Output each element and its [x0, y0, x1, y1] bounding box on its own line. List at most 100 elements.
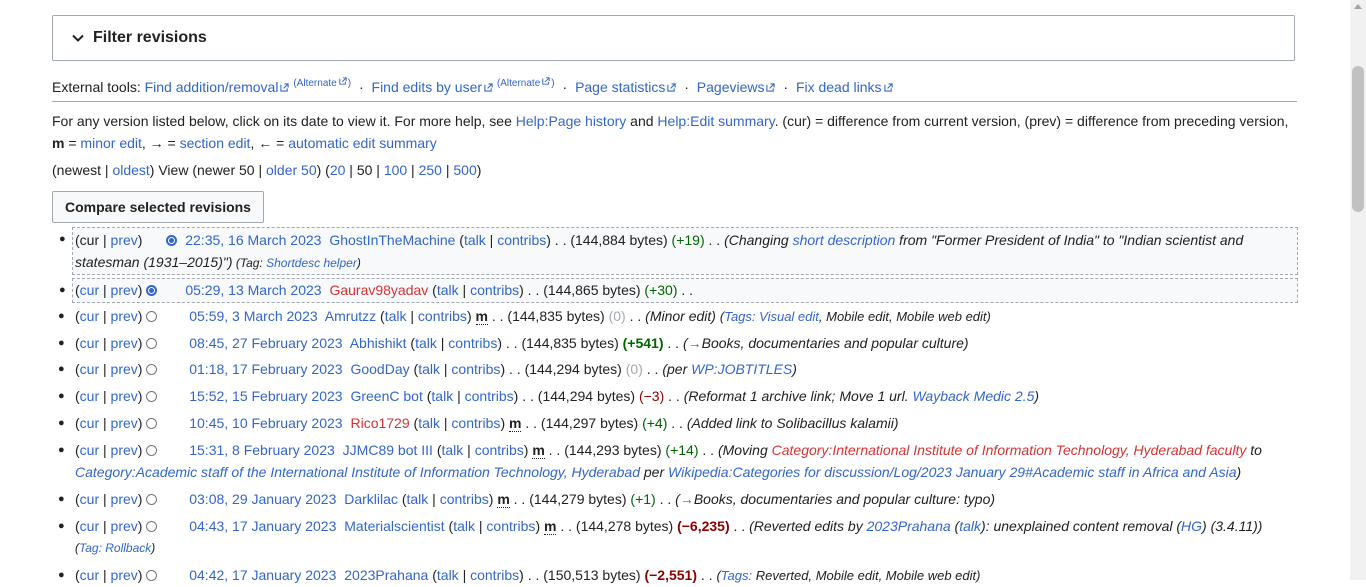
user-contribs-link[interactable]: contribs: [448, 335, 497, 351]
cur-link[interactable]: cur: [80, 518, 99, 534]
limit-100-link[interactable]: 100: [384, 162, 407, 178]
user-link[interactable]: Materialscientist: [344, 518, 444, 534]
tag-shortdesc-helper-link[interactable]: Shortdesc helper: [266, 256, 357, 270]
revision-radio[interactable]: [146, 311, 158, 322]
user-link[interactable]: GreenC bot: [350, 388, 422, 404]
help-edit-summary-link[interactable]: Help:Edit summary: [657, 113, 774, 129]
tags-link[interactable]: Tags:: [721, 568, 752, 583]
revision-date-link[interactable]: 15:31, 8 February 2023: [189, 442, 335, 458]
section-edit-link[interactable]: section edit: [180, 135, 251, 151]
cur-link[interactable]: cur: [80, 282, 99, 298]
find-addition-alternate-link[interactable]: (Alternate): [293, 77, 351, 89]
user-link[interactable]: Darklilac: [344, 491, 398, 507]
prev-link[interactable]: prev: [111, 388, 138, 404]
page-scrollbar[interactable]: [1350, 0, 1366, 580]
tag-link[interactable]: Tag:: [79, 541, 102, 555]
minor-edit-link[interactable]: minor edit: [80, 135, 141, 151]
cfd-log-link[interactable]: Wikipedia:Categories for discussion/Log/…: [668, 464, 1236, 480]
user-contribs-link[interactable]: contribs: [470, 567, 519, 583]
limit-500-link[interactable]: 500: [453, 162, 476, 178]
prev-link[interactable]: prev: [111, 415, 138, 431]
user-talk-link[interactable]: talk: [453, 518, 475, 534]
prev-link[interactable]: prev: [111, 335, 138, 351]
cur-link[interactable]: cur: [80, 442, 99, 458]
user-2023prahana-link[interactable]: 2023Prahana: [867, 518, 951, 534]
cur-link[interactable]: cur: [80, 388, 99, 404]
revision-date-link[interactable]: 08:45, 27 February 2023: [189, 335, 342, 351]
section-arrow-link[interactable]: →: [688, 335, 702, 351]
revision-radio[interactable]: [146, 364, 158, 375]
tag-rollback-link[interactable]: Rollback: [102, 541, 151, 555]
revision-date-link[interactable]: 04:42, 17 January 2023: [189, 567, 336, 583]
user-contribs-link[interactable]: contribs: [475, 442, 524, 458]
limit-250-link[interactable]: 250: [419, 162, 442, 178]
cur-link[interactable]: cur: [80, 567, 99, 583]
revision-radio[interactable]: [146, 570, 158, 581]
revision-date-link[interactable]: 03:08, 29 January 2023: [189, 491, 336, 507]
prev-link[interactable]: prev: [111, 491, 138, 507]
revision-radio[interactable]: [166, 235, 178, 246]
revision-radio[interactable]: [146, 338, 158, 349]
user-talk-link[interactable]: talk: [418, 361, 440, 377]
prev-link[interactable]: prev: [111, 361, 138, 377]
user-talk-link[interactable]: talk: [442, 442, 464, 458]
user-contribs-link[interactable]: contribs: [486, 518, 535, 534]
cur-link[interactable]: cur: [80, 308, 99, 324]
scrollbar-thumb[interactable]: [1352, 66, 1364, 212]
oldest-link[interactable]: oldest: [112, 162, 149, 178]
revision-radio[interactable]: [146, 521, 158, 532]
user-link[interactable]: Abhishikt: [350, 335, 407, 351]
user-talk-link[interactable]: talk: [431, 388, 453, 404]
tag-visual-edit-link[interactable]: Visual edit: [756, 309, 819, 324]
cur-link[interactable]: cur: [80, 491, 99, 507]
revision-radio[interactable]: [146, 285, 158, 296]
user-contribs-link[interactable]: contribs: [418, 308, 467, 324]
pageviews-link[interactable]: Pageviews: [697, 79, 765, 95]
help-page-history-link[interactable]: Help:Page history: [516, 113, 627, 129]
wayback-medic-link[interactable]: Wayback Medic 2.5: [912, 388, 1034, 404]
revision-radio[interactable]: [146, 445, 158, 456]
user-talk-link[interactable]: talk: [418, 415, 440, 431]
user-link[interactable]: GhostInTheMachine: [329, 232, 455, 248]
automatic-edit-summary-link[interactable]: automatic edit summary: [288, 135, 437, 151]
user-contribs-link[interactable]: contribs: [451, 415, 500, 431]
user-link[interactable]: JJMC89 bot III: [343, 442, 433, 458]
prev-link[interactable]: prev: [111, 567, 138, 583]
user-contribs-link[interactable]: contribs: [440, 491, 489, 507]
fix-dead-links-link[interactable]: Fix dead links: [796, 79, 882, 95]
revision-radio[interactable]: [146, 494, 158, 505]
compare-revisions-button[interactable]: Compare selected revisions: [52, 191, 264, 223]
scroll-up-arrow-icon[interactable]: [1354, 4, 1362, 9]
user-link[interactable]: 2023Prahana: [344, 567, 428, 583]
tags-link[interactable]: Tags:: [724, 309, 755, 324]
user-link[interactable]: Rico1729: [350, 415, 409, 431]
cur-link[interactable]: cur: [80, 361, 99, 377]
user-talk-link[interactable]: talk: [464, 232, 486, 248]
limit-20-link[interactable]: 20: [330, 162, 346, 178]
revision-radio[interactable]: [146, 418, 158, 429]
user-talk-link[interactable]: talk: [385, 308, 407, 324]
user-talk-link[interactable]: talk: [407, 491, 429, 507]
section-arrow-link[interactable]: →: [680, 491, 694, 507]
prev-link[interactable]: prev: [111, 442, 138, 458]
user-talk-link[interactable]: talk: [415, 335, 437, 351]
filter-revisions-toggle[interactable]: Filter revisions: [52, 15, 1295, 61]
find-edits-by-user-link[interactable]: Find edits by user: [372, 79, 483, 95]
prev-link[interactable]: prev: [111, 282, 138, 298]
user-talk-link[interactable]: talk: [959, 518, 981, 534]
user-talk-link[interactable]: talk: [437, 282, 459, 298]
category-redlink[interactable]: Category:International Institute of Info…: [772, 442, 1247, 458]
prev-link[interactable]: prev: [111, 308, 138, 324]
cur-link[interactable]: cur: [80, 335, 99, 351]
revision-date-link[interactable]: 05:29, 13 March 2023: [185, 282, 321, 298]
prev-link[interactable]: prev: [111, 232, 138, 248]
user-contribs-link[interactable]: contribs: [497, 232, 546, 248]
revision-date-link[interactable]: 01:18, 17 February 2023: [189, 361, 342, 377]
revision-date-link[interactable]: 10:45, 10 February 2023: [189, 415, 342, 431]
user-contribs-link[interactable]: contribs: [465, 388, 514, 404]
user-contribs-link[interactable]: contribs: [451, 361, 500, 377]
prev-link[interactable]: prev: [111, 518, 138, 534]
revision-date-link[interactable]: 22:35, 16 March 2023: [185, 232, 321, 248]
huggle-link[interactable]: HG: [1181, 518, 1202, 534]
revision-date-link[interactable]: 15:52, 15 February 2023: [189, 388, 342, 404]
